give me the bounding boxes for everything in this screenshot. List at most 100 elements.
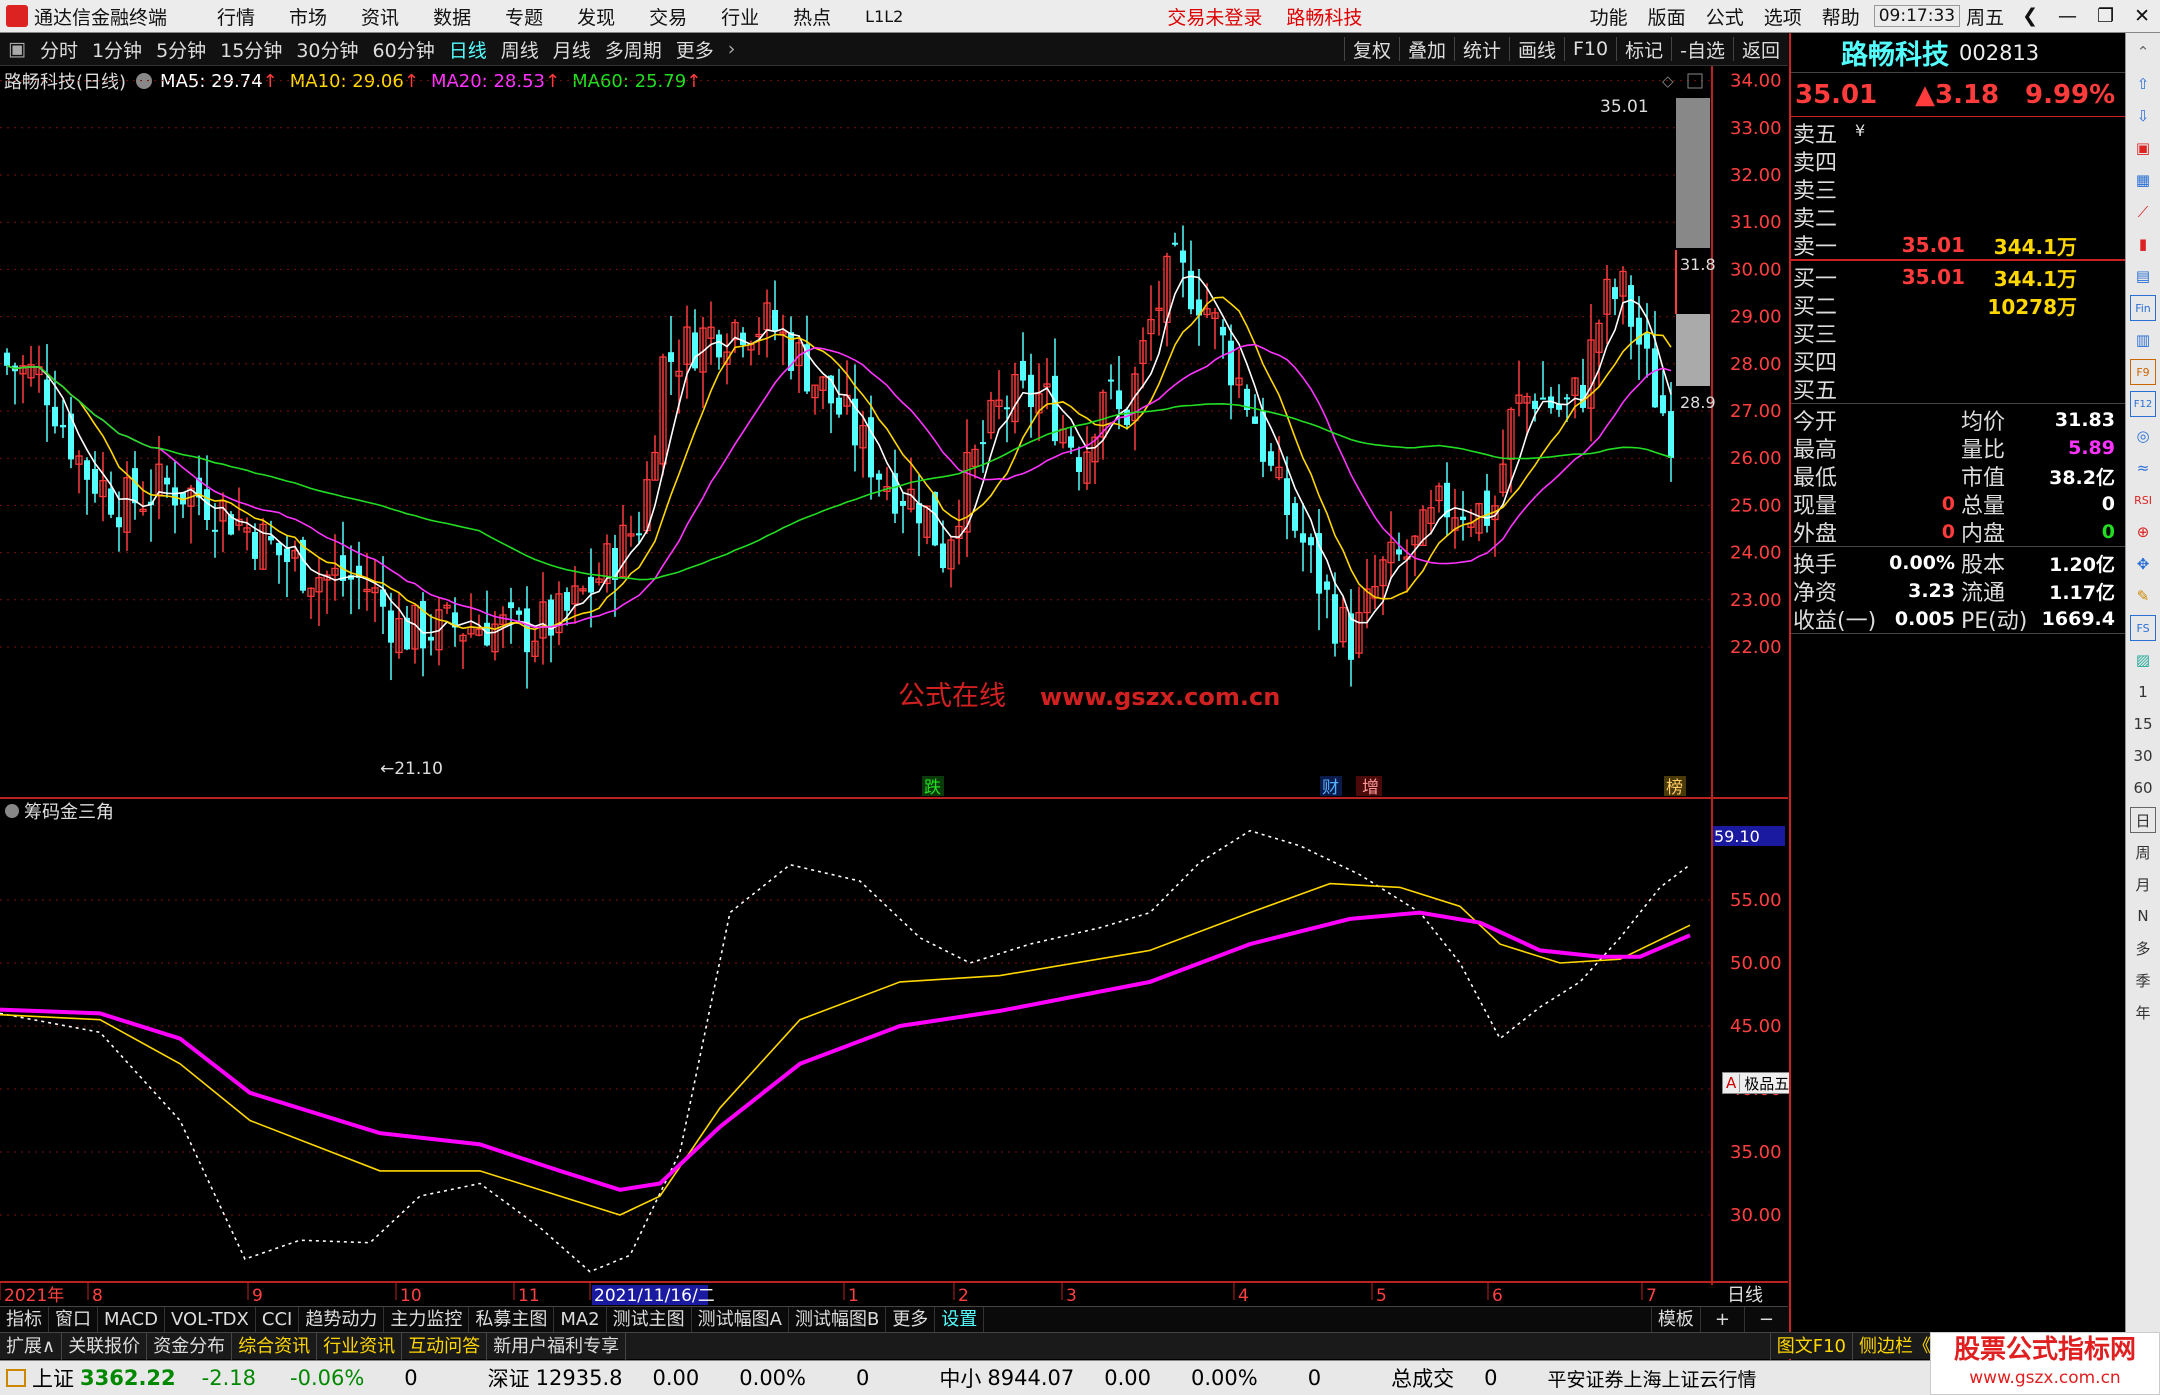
period-5min[interactable]: 5分钟 [156, 36, 206, 63]
period-60-button[interactable]: 60 [2130, 775, 2156, 801]
menu-zixun[interactable]: 资讯 [361, 3, 399, 30]
down-arrow-icon[interactable]: ⇩ [2130, 103, 2156, 129]
period-1min[interactable]: 1分钟 [92, 36, 142, 63]
grid-icon[interactable]: ▦ [2130, 167, 2156, 193]
menu-shichang[interactable]: 市场 [289, 3, 327, 30]
tab-zhuli[interactable]: 主力监控 [384, 1306, 470, 1333]
menu-hangqing[interactable]: 行情 [217, 3, 255, 30]
period-season-button[interactable]: 季 [2130, 967, 2156, 993]
tool-diejia[interactable]: 叠加 [1408, 36, 1446, 63]
period-weekly[interactable]: 周线 [501, 36, 539, 63]
news-icon[interactable]: ▣ [2130, 135, 2156, 161]
tab-ceshi-b[interactable]: 测试幅图B [789, 1306, 887, 1333]
tool-biaoji[interactable]: 标记 [1625, 36, 1663, 63]
candle-icon[interactable]: ▮ [2130, 231, 2156, 257]
tab-zonghe[interactable]: 综合资讯 [232, 1332, 318, 1360]
tab-moban[interactable]: 模板 [1650, 1306, 1701, 1333]
ask-level[interactable]: 卖一 35.01 344.1万 [1791, 231, 2125, 260]
tool-tongji[interactable]: 统计 [1463, 36, 1501, 63]
main-kline-chart[interactable]: 34.00 33.00 32.00 31.00 30.00 29.00 28.00 27.00… [0, 66, 1788, 1306]
menu-bangzhu[interactable]: 帮助 [1822, 3, 1860, 30]
bid-level[interactable]: 买二 10278万 [1791, 291, 2125, 321]
menu-shuju[interactable]: 数据 [433, 3, 471, 30]
table-icon[interactable]: ▤ [2130, 263, 2156, 289]
period-week-button[interactable]: 周 [2130, 839, 2156, 865]
collapse-icon[interactable]: ⌃ [2130, 39, 2156, 65]
event-tag-zeng[interactable]: 增 [1362, 778, 1379, 798]
tab-hangye-zixun[interactable]: 行业资讯 [317, 1332, 403, 1360]
tab-ceshi-zhutu[interactable]: 测试主图 [607, 1306, 692, 1333]
period-daily[interactable]: 日线 [449, 36, 487, 63]
ask-level[interactable]: 卖二 [1791, 203, 2125, 232]
tab-guanlian[interactable]: 关联报价 [62, 1332, 148, 1360]
move-icon[interactable]: ✥ [2130, 551, 2156, 577]
indicator-settings-icon[interactable] [5, 804, 19, 818]
menu-banmian[interactable]: 版面 [1648, 3, 1686, 30]
wave-icon[interactable]: ≈ [2130, 455, 2156, 481]
sz-name[interactable]: 深证 [488, 1363, 530, 1393]
menu-gongshi[interactable]: 公式 [1706, 3, 1744, 30]
tab-hudong[interactable]: 互动问答 [402, 1332, 488, 1360]
line-chart-icon[interactable]: ⟋ [2130, 199, 2156, 225]
ask-level[interactable]: 卖四 [1791, 147, 2125, 176]
period-15-button[interactable]: 15 [2130, 711, 2156, 737]
panel-toggle-icon[interactable]: ▣ [8, 38, 26, 60]
period-fenshi[interactable]: 分时 [40, 36, 78, 63]
minimize-icon[interactable]: — [2058, 5, 2077, 27]
period-day-button[interactable]: 日 [2130, 807, 2156, 833]
period-year-button[interactable]: 年 [2130, 999, 2156, 1025]
menu-zhuanti[interactable]: 专题 [505, 3, 543, 30]
fin-icon[interactable]: Fin [2130, 295, 2156, 321]
tab-zijin[interactable]: 资金分布 [147, 1332, 233, 1360]
tool-zixuan[interactable]: -自选 [1680, 36, 1725, 63]
sh-name[interactable]: 上证 [32, 1363, 74, 1393]
tab-ma2[interactable]: MA2 [554, 1306, 607, 1333]
event-tag-die[interactable]: 跌 [924, 778, 941, 798]
period-1-button[interactable]: 1 [2130, 679, 2156, 705]
remove-pane-button[interactable]: − [1745, 1307, 1788, 1333]
tab-chuangkou[interactable]: 窗口 [49, 1306, 98, 1333]
event-tag-bang[interactable]: 榜 [1666, 778, 1683, 798]
status-icon[interactable] [6, 1369, 26, 1387]
back-icon[interactable]: ❮ [2022, 5, 2038, 27]
tab-kuozhan[interactable]: 扩展∧ [0, 1332, 63, 1360]
tab-macd[interactable]: MACD [98, 1306, 165, 1333]
period-60min[interactable]: 60分钟 [373, 36, 435, 63]
menu-gongneng[interactable]: 功能 [1590, 3, 1628, 30]
period-more[interactable]: 更多 [676, 36, 714, 63]
ask-level[interactable]: 卖三 [1791, 175, 2125, 204]
up-arrow-icon[interactable]: ⇧ [2130, 71, 2156, 97]
f12-icon[interactable]: F12 [2130, 391, 2156, 417]
tab-shezhi[interactable]: 设置 [935, 1306, 985, 1333]
fs-icon[interactable]: FS [2130, 615, 2156, 641]
period-n-button[interactable]: N [2130, 903, 2156, 929]
period-30-button[interactable]: 30 [2130, 743, 2156, 769]
cursor-icon[interactable]: ⊕ [2130, 519, 2156, 545]
rsi-icon[interactable]: RSI [2130, 487, 2156, 513]
menu-l1l2[interactable]: L1L2 [865, 7, 903, 26]
tool-huaxian[interactable]: 画线 [1518, 36, 1556, 63]
tool-fanhui[interactable]: 返回 [1742, 36, 1780, 63]
bid-level[interactable]: 买三 [1791, 319, 2125, 348]
image-icon[interactable]: ▨ [2130, 647, 2156, 673]
menu-jiaoyi[interactable]: 交易 [649, 3, 687, 30]
login-status[interactable]: 交易未登录 [1167, 3, 1262, 30]
period-15min[interactable]: 15分钟 [220, 36, 282, 63]
event-tag-cai[interactable]: 财 [1322, 778, 1339, 798]
tab-cci[interactable]: CCI [256, 1306, 300, 1333]
diamond-icon[interactable]: ◇ [1662, 72, 1674, 90]
menu-faxian[interactable]: 发现 [577, 3, 615, 30]
tool-fuquan[interactable]: 复权 [1353, 36, 1391, 63]
tab-gengduo[interactable]: 更多 [886, 1306, 936, 1333]
menu-xuanxiang[interactable]: 选项 [1764, 3, 1802, 30]
menu-hangye[interactable]: 行业 [721, 3, 759, 30]
menu-redian[interactable]: 热点 [793, 3, 831, 30]
tab-vol-tdx[interactable]: VOL-TDX [165, 1306, 256, 1333]
tab-simu[interactable]: 私募主图 [469, 1306, 555, 1333]
period-month-button[interactable]: 月 [2130, 871, 2156, 897]
period-multi[interactable]: 多周期 [605, 36, 662, 63]
period-multi-button[interactable]: 多 [2130, 935, 2156, 961]
add-pane-button[interactable]: + [1701, 1306, 1745, 1333]
zx-name[interactable]: 中小 [939, 1363, 981, 1393]
tab-cebianlan[interactable]: 侧边栏《 [1853, 1332, 1938, 1360]
